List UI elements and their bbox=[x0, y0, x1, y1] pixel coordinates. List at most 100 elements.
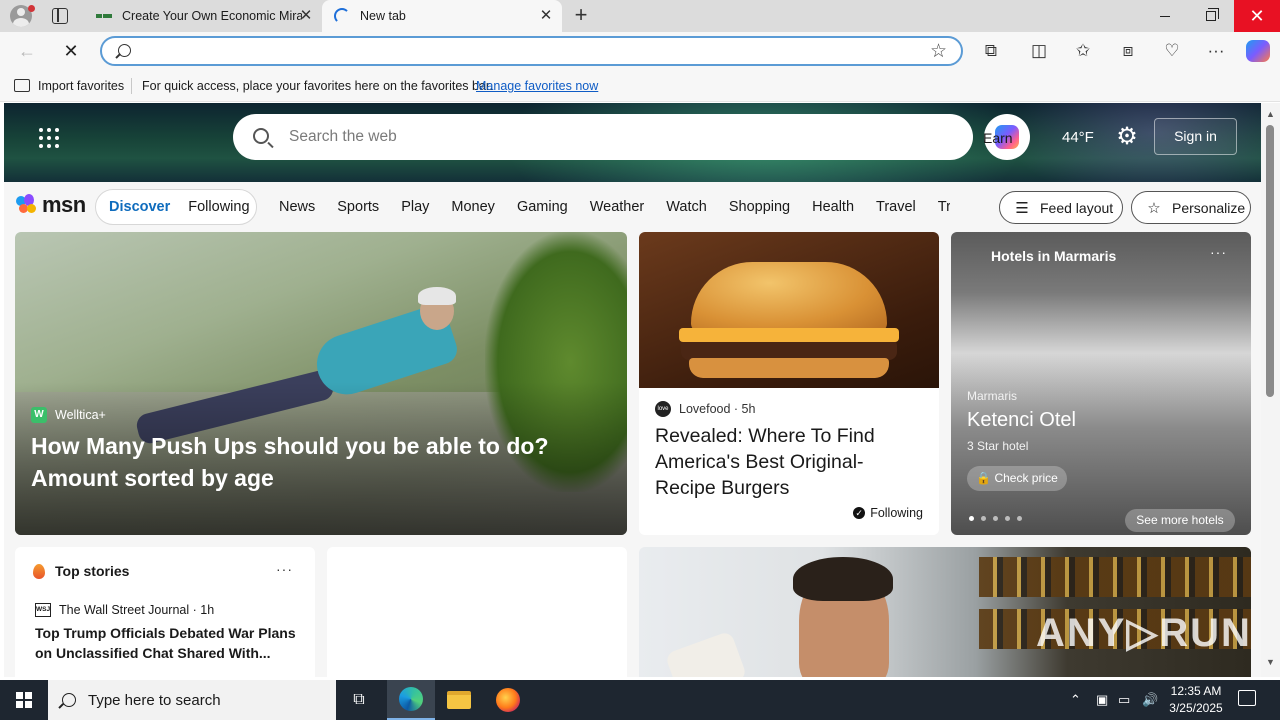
divider bbox=[131, 78, 132, 94]
favorite-star-icon[interactable]: ☆ bbox=[930, 40, 947, 63]
burger-article-card[interactable]: love Lovefood · 5h Revealed: Where To Fi… bbox=[639, 232, 939, 535]
stop-loading-icon[interactable]: ✕ bbox=[60, 40, 82, 62]
close-tab-icon[interactable]: ✕ bbox=[298, 8, 314, 24]
weather-temperature[interactable]: 44°F bbox=[1062, 129, 1094, 146]
page-scrollbar[interactable]: ▲ ▼ bbox=[1261, 103, 1280, 677]
category-health[interactable]: Health bbox=[812, 199, 854, 215]
search-icon bbox=[118, 44, 131, 57]
article-image-jar bbox=[664, 630, 748, 677]
burger-image-part bbox=[691, 262, 887, 332]
app-launcher-icon[interactable] bbox=[39, 128, 59, 148]
hotel-name[interactable]: Ketenci Otel bbox=[967, 409, 1076, 432]
extensions-icon[interactable]: ⧉ bbox=[980, 40, 1002, 62]
taskbar-firefox-button[interactable] bbox=[484, 680, 532, 720]
burger-image-part bbox=[689, 358, 889, 378]
taskbar-search-box[interactable]: Type here to search bbox=[48, 680, 336, 720]
task-view-icon[interactable]: ⧉ bbox=[349, 690, 369, 710]
import-favorites-button[interactable]: Import favorites bbox=[38, 79, 124, 93]
article-title[interactable]: Top Trump Officials Debated War Plans on… bbox=[35, 623, 300, 663]
sign-in-button[interactable]: Sign in bbox=[1154, 118, 1237, 155]
scroll-thumb[interactable] bbox=[1266, 125, 1274, 397]
category-shopping[interactable]: Shopping bbox=[729, 199, 790, 215]
web-search-box[interactable] bbox=[233, 114, 973, 160]
manage-favorites-link[interactable]: Manage favorites now bbox=[476, 79, 598, 93]
show-hidden-icons-chevron-icon[interactable]: ⌃ bbox=[1070, 680, 1086, 720]
category-play[interactable]: Play bbox=[401, 199, 429, 215]
category-weather[interactable]: Weather bbox=[590, 199, 645, 215]
separator: · bbox=[189, 603, 201, 617]
search-icon bbox=[62, 693, 76, 707]
address-input[interactable] bbox=[142, 41, 922, 61]
web-search-input[interactable] bbox=[289, 126, 929, 148]
minimize-button[interactable] bbox=[1142, 0, 1188, 32]
empty-card-placeholder bbox=[327, 547, 627, 677]
collections-icon[interactable]: ⧈ bbox=[1117, 40, 1139, 62]
back-arrow-icon[interactable]: ← bbox=[16, 40, 38, 62]
category-traffic[interactable]: Traf bbox=[938, 199, 950, 215]
browser-toolbar: ← ✕ ☆ ⧉ ◫ ✩ ⧈ ♡ ··· bbox=[0, 32, 1280, 70]
tab-actions-icon[interactable] bbox=[52, 8, 68, 24]
more-options-icon[interactable]: ··· bbox=[276, 561, 293, 577]
following-status[interactable]: ✓ Following bbox=[853, 506, 923, 520]
header-background: Earn 44°F ⚙ Sign in bbox=[4, 103, 1261, 182]
profile-notification-dot bbox=[28, 5, 35, 12]
article-age: 5h bbox=[741, 402, 756, 416]
tab-discover[interactable]: Discover bbox=[100, 193, 179, 221]
clock-date: 3/25/2025 bbox=[1169, 701, 1223, 715]
see-more-hotels-button[interactable]: See more hotels bbox=[1125, 509, 1235, 532]
tab-economic-miracle[interactable]: Create Your Own Economic Mira ✕ bbox=[84, 0, 322, 32]
close-tab-icon[interactable]: ✕ bbox=[538, 8, 554, 24]
msn-wordmark: msn bbox=[42, 192, 86, 217]
device-icon[interactable]: ▣ bbox=[1096, 680, 1112, 720]
title-bar: Create Your Own Economic Mira ✕ New tab … bbox=[0, 0, 1280, 32]
settings-gear-icon[interactable]: ⚙ bbox=[1114, 124, 1140, 150]
category-news[interactable]: News bbox=[279, 199, 315, 215]
system-clock[interactable]: 12:35 AM 3/25/2025 bbox=[1164, 683, 1228, 717]
favorites-icon[interactable]: ✩ bbox=[1072, 40, 1094, 62]
tab-following[interactable]: Following bbox=[179, 193, 258, 221]
notifications-icon[interactable] bbox=[1238, 690, 1256, 706]
more-options-icon[interactable]: ··· bbox=[1210, 244, 1227, 260]
site-favicon-icon bbox=[96, 8, 112, 24]
address-bar[interactable]: ☆ bbox=[100, 36, 963, 66]
personalize-button[interactable]: ☆ Personalize bbox=[1131, 191, 1251, 224]
check-price-button[interactable]: 🔒 Check price bbox=[967, 466, 1067, 491]
category-gaming[interactable]: Gaming bbox=[517, 199, 568, 215]
tab-new-tab[interactable]: New tab ✕ bbox=[322, 0, 562, 32]
feed-layout-button[interactable]: ☰ Feed layout bbox=[999, 191, 1123, 224]
category-money[interactable]: Money bbox=[451, 199, 495, 215]
check-price-label: Check price bbox=[994, 471, 1058, 485]
volume-icon[interactable]: 🔊 bbox=[1142, 680, 1160, 720]
hotel-rating: 3 Star hotel bbox=[967, 439, 1029, 453]
top-stories-card: Top stories ··· WSJ The Wall Street Jour… bbox=[15, 547, 315, 677]
article-title[interactable]: How Many Push Ups should you be able to … bbox=[31, 430, 591, 494]
sliders-icon: ☰ bbox=[1015, 199, 1029, 217]
split-screen-icon[interactable]: ◫ bbox=[1028, 40, 1050, 62]
hotel-ad-card[interactable]: Hotels in Marmaris ··· Marmaris Ketenci … bbox=[951, 232, 1251, 535]
windows-logo-icon bbox=[16, 692, 32, 708]
taskbar-edge-button[interactable] bbox=[387, 680, 435, 720]
category-sports[interactable]: Sports bbox=[337, 199, 379, 215]
new-tab-button[interactable]: + bbox=[570, 4, 592, 26]
scroll-down-arrow-icon[interactable]: ▼ bbox=[1266, 657, 1275, 667]
more-options-icon[interactable]: ··· bbox=[1205, 40, 1227, 62]
anyrun-watermark: ANY▷RUN bbox=[1036, 611, 1252, 655]
hero-article-card[interactable]: W Welltica+ How Many Push Ups should you… bbox=[15, 232, 627, 535]
network-icon[interactable]: ▭ bbox=[1118, 680, 1134, 720]
copilot-icon[interactable] bbox=[1246, 40, 1270, 62]
taskbar-file-explorer-button[interactable] bbox=[435, 680, 483, 720]
favorites-hint-text: For quick access, place your favorites h… bbox=[142, 79, 493, 93]
msn-logo[interactable]: msn bbox=[16, 192, 86, 218]
category-watch[interactable]: Watch bbox=[666, 199, 707, 215]
browser-essentials-icon[interactable]: ♡ bbox=[1161, 40, 1183, 62]
restore-button[interactable] bbox=[1188, 0, 1234, 32]
carousel-dots[interactable] bbox=[969, 516, 1029, 521]
scroll-up-arrow-icon[interactable]: ▲ bbox=[1266, 109, 1275, 119]
start-button[interactable] bbox=[0, 680, 48, 720]
separator: · bbox=[730, 402, 742, 416]
category-list: News Sports Play Money Gaming Weather Wa… bbox=[268, 189, 950, 225]
article-title[interactable]: Revealed: Where To Find America's Best O… bbox=[655, 423, 915, 501]
category-travel[interactable]: Travel bbox=[876, 199, 916, 215]
taskbar-search-placeholder: Type here to search bbox=[88, 691, 221, 709]
close-window-button[interactable]: ✕ bbox=[1234, 0, 1280, 32]
